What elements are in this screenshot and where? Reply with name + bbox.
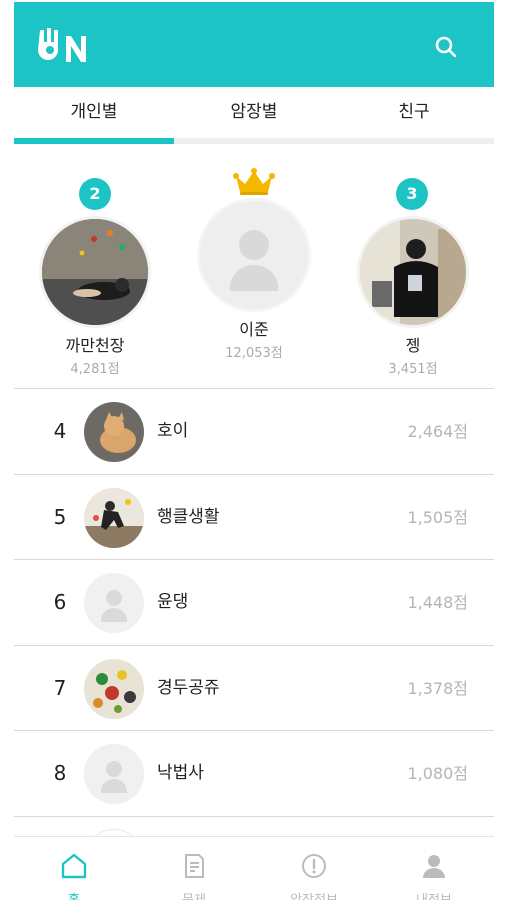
row-score: 1,080점	[407, 764, 468, 783]
row-rank: 4	[53, 419, 67, 443]
ranking-row[interactable]: 6 윤댕 1,448점	[14, 559, 494, 645]
on-logo	[38, 28, 86, 62]
crown-icon	[233, 168, 275, 195]
app-frame: 개인별 암장별 친구 2 까만천장 4,281점 이준 12,053점 3 젱 …	[14, 0, 494, 900]
home-icon	[61, 853, 87, 879]
ranking-tabs: 개인별 암장별 친구	[14, 88, 494, 144]
app-header	[14, 2, 494, 87]
row-score: 1,448점	[407, 593, 468, 612]
name-second: 까만천장	[65, 336, 125, 355]
avatar-first[interactable]	[197, 198, 311, 312]
row-score: 1,505점	[407, 507, 468, 527]
rank-badge-second: 2	[79, 178, 111, 210]
row-score: 1,378점	[407, 678, 468, 698]
default-avatar-icon	[200, 201, 308, 309]
nav-gym-info-label: 암장정보	[254, 889, 374, 900]
nav-my-info-label: 내정보	[374, 889, 494, 900]
row-name: 호이	[157, 421, 189, 441]
profile-icon	[423, 855, 445, 878]
cat-photo-avatar	[84, 402, 144, 462]
default-avatar-icon	[84, 573, 144, 633]
row-rank: 5	[53, 504, 67, 529]
row-score: 2,464점	[407, 422, 468, 441]
info-icon	[302, 854, 326, 878]
name-first: 이준	[239, 320, 269, 339]
bottom-navigation: 홈 문제 암장정보 내정보	[14, 836, 494, 900]
nav-problems[interactable]: 문제	[134, 837, 254, 900]
climbing-wall-photo	[42, 219, 148, 325]
nav-my-info[interactable]: 내정보	[374, 837, 494, 900]
person-photo	[360, 219, 466, 325]
search-icon	[435, 36, 457, 58]
row-name: 윤댕	[157, 592, 189, 612]
ranking-row[interactable]: 8 낙법사 1,080점	[14, 730, 494, 816]
score-first: 12,053점	[225, 346, 283, 361]
avatar-second[interactable]	[39, 216, 151, 328]
nav-problems-label: 문제	[134, 889, 254, 900]
document-icon	[185, 854, 204, 878]
search-button[interactable]	[434, 35, 458, 59]
avatar-third[interactable]	[357, 216, 469, 328]
score-second: 4,281점	[70, 362, 120, 377]
ranking-list: 4 호이 2,464점 5 행클생활 1,505점 6 윤댕 1,448점 7 …	[14, 388, 494, 889]
row-rank: 6	[53, 590, 67, 614]
name-third: 젱	[405, 336, 421, 355]
row-rank: 7	[53, 675, 67, 700]
ranking-row[interactable]: 5 행클생활 1,505점	[14, 473, 494, 560]
ranking-row[interactable]: 4 호이 2,464점	[14, 388, 494, 474]
score-third: 3,451점	[388, 362, 438, 377]
ranking-row[interactable]: 7 경두공쥬 1,378점	[14, 644, 494, 731]
holds-photo-avatar	[84, 658, 144, 719]
row-name: 경두공쥬	[157, 677, 220, 698]
tab-friends[interactable]: 친구	[334, 88, 494, 138]
default-avatar-icon	[84, 744, 144, 804]
tab-gym[interactable]: 암장별	[174, 88, 334, 138]
row-name: 낙법사	[157, 763, 204, 783]
nav-home[interactable]: 홈	[14, 837, 134, 900]
tab-individual[interactable]: 개인별	[14, 88, 174, 138]
nav-gym-info[interactable]: 암장정보	[254, 837, 374, 900]
row-name: 행클생활	[157, 506, 220, 527]
nav-home-label: 홈	[14, 889, 134, 900]
top-three-podium: 2 까만천장 4,281점 이준 12,053점 3 젱 3,451점	[14, 144, 494, 388]
rank-badge-third: 3	[396, 178, 428, 210]
row-rank: 8	[53, 761, 67, 785]
climber-photo-avatar	[84, 487, 144, 548]
